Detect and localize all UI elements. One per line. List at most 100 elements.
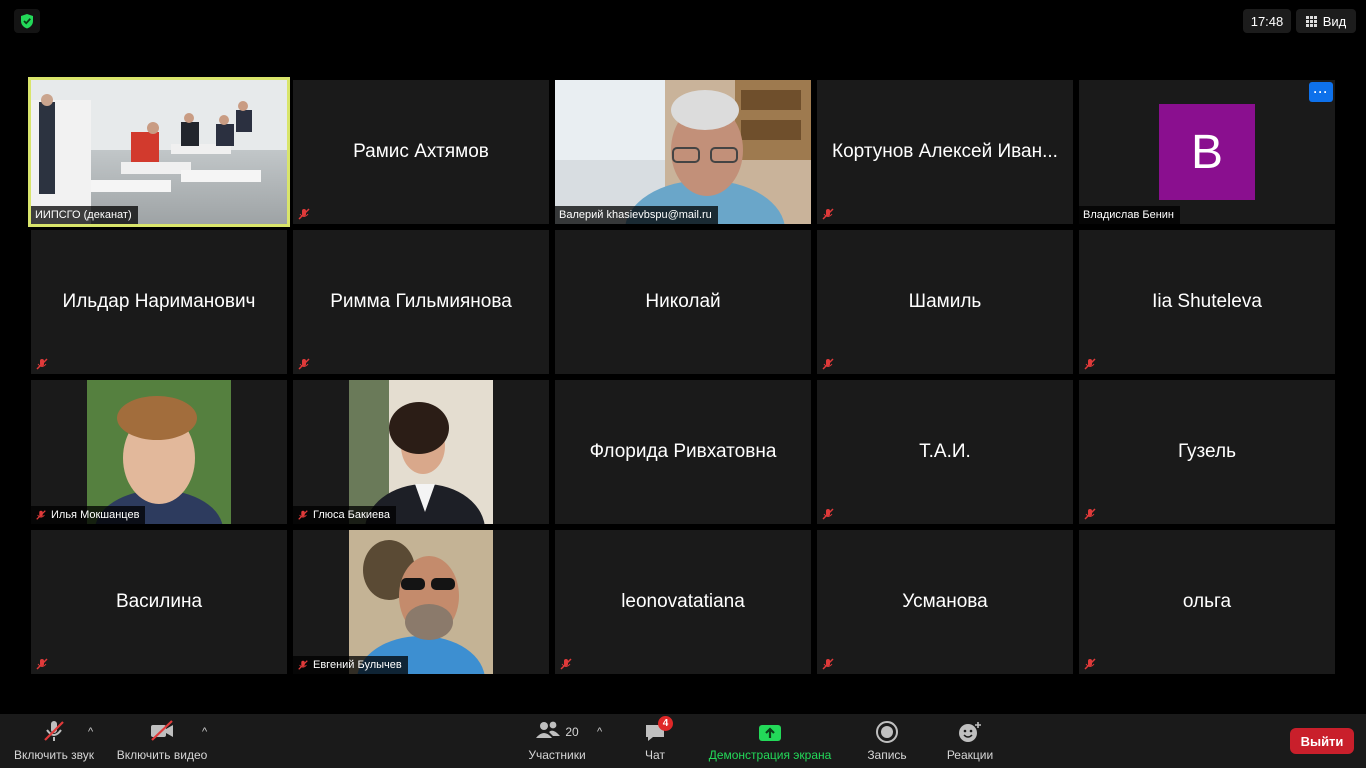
participant-tile[interactable]: Гузель (1079, 380, 1335, 524)
participant-tile[interactable]: Глюса Бакиева (293, 380, 549, 524)
video-off-icon (151, 720, 173, 741)
share-screen-icon (759, 725, 781, 741)
view-label: Вид (1322, 13, 1347, 29)
participants-options-caret-icon[interactable]: ^ (597, 726, 602, 738)
muted-mic-icon (1084, 358, 1096, 370)
participant-tile[interactable]: Кортунов Алексей Иван... (817, 80, 1073, 224)
participant-tile[interactable]: Рамис Ахтямов (293, 80, 549, 224)
participant-tile[interactable]: Флорида Ривхатовна (555, 380, 811, 524)
participants-count: 20 (565, 725, 579, 739)
muted-microphone-icon (44, 721, 64, 741)
participants-icon (536, 721, 561, 738)
muted-mic-icon (560, 658, 572, 670)
muted-mic-icon (36, 658, 48, 670)
participant-tile[interactable]: B ··· Владислав Бенин (1079, 80, 1335, 224)
muted-mic-icon (298, 660, 308, 670)
muted-mic-icon (1084, 658, 1096, 670)
muted-mic-icon (298, 510, 308, 520)
participant-name: ИИПСГО (деканат) (35, 209, 132, 221)
participant-tile[interactable]: Евгений Булычев (293, 530, 549, 674)
participant-name: Глюса Бакиева (313, 509, 390, 521)
video-options-caret-icon[interactable]: ^ (202, 726, 207, 738)
participant-tile[interactable]: Василина (31, 530, 287, 674)
security-shield-icon[interactable] (14, 9, 40, 33)
muted-mic-icon (822, 508, 834, 520)
muted-mic-icon (822, 358, 834, 370)
participant-tile[interactable]: ольга (1079, 530, 1335, 674)
participant-name: ольга (1182, 591, 1232, 612)
participant-name: Iia Shuteleva (1152, 291, 1262, 312)
participant-label: Владислав Бенин (1079, 206, 1181, 224)
participants-button[interactable]: 20 Участники (522, 714, 592, 768)
participant-name: Илья Мокшанцев (51, 509, 140, 521)
participant-label: Глюса Бакиева (293, 506, 396, 524)
video-feed-bearded-man (349, 530, 493, 674)
start-video-label: Включить видео (116, 748, 208, 762)
share-screen-label: Демонстрация экрана (708, 748, 832, 762)
reactions-emoji-icon (959, 722, 981, 742)
participant-name: Рамис Ахтямов (353, 141, 489, 162)
record-icon (876, 721, 898, 743)
participant-tile[interactable]: Усманова (817, 530, 1073, 674)
muted-mic-icon (822, 658, 834, 670)
start-video-button[interactable]: Включить видео (112, 714, 212, 768)
participant-label: Илья Мокшанцев (31, 506, 146, 524)
video-feed-young-man (87, 380, 231, 524)
participants-label: Участники (528, 748, 586, 762)
more-options-button[interactable]: ··· (1309, 82, 1333, 102)
participant-label: Валерий khasievbspu@mail.ru (555, 206, 718, 224)
video-feed-classroom (31, 80, 287, 224)
muted-mic-icon (298, 358, 310, 370)
audio-options-caret-icon[interactable]: ^ (88, 726, 93, 738)
participant-name: Шамиль (908, 291, 982, 312)
unmute-label: Включить звук (13, 748, 95, 762)
participant-name: Римма Гильмиянова (330, 291, 512, 312)
participant-name: Евгений Булычев (313, 659, 402, 671)
muted-mic-icon (36, 510, 46, 520)
reactions-button[interactable]: Реакции (940, 714, 1000, 768)
view-button[interactable]: Вид (1296, 9, 1356, 33)
record-label: Запись (867, 748, 907, 762)
participant-name: Ильдар Нариманович (62, 291, 256, 312)
participant-tile[interactable]: Ильдар Нариманович (31, 230, 287, 374)
unmute-button[interactable]: Включить звук (8, 714, 100, 768)
participant-tile[interactable]: leonovatatiana (555, 530, 811, 674)
participant-label: Евгений Булычев (293, 656, 408, 674)
video-feed-elderly-man (555, 80, 811, 224)
muted-mic-icon (822, 208, 834, 220)
video-feed-woman (349, 380, 493, 524)
participant-name: Флорида Ривхатовна (589, 441, 777, 462)
participant-tile[interactable]: ИИПСГО (деканат) (28, 77, 290, 227)
muted-mic-icon (1084, 508, 1096, 520)
chat-unread-badge: 4 (658, 716, 673, 731)
participant-tile[interactable]: Т.А.И. (817, 380, 1073, 524)
participant-name: Николай (645, 291, 721, 312)
participant-name: Гузель (1178, 441, 1236, 462)
muted-mic-icon (36, 358, 48, 370)
participant-tile[interactable]: Римма Гильмиянова (293, 230, 549, 374)
chat-label: Чат (645, 748, 665, 762)
muted-mic-icon (298, 208, 310, 220)
participant-name: Усманова (902, 591, 988, 612)
meeting-clock: 17:48 (1243, 9, 1291, 33)
grid-icon (1305, 15, 1317, 27)
participant-tile[interactable]: Шамиль (817, 230, 1073, 374)
participant-name: Т.А.И. (919, 441, 971, 462)
zoom-window: 17:48 Вид ИИПСГО (деканат) Рамис Ахтямов… (0, 0, 1366, 768)
participant-label: ИИПСГО (деканат) (31, 206, 138, 224)
participant-tile[interactable]: Iia Shuteleva (1079, 230, 1335, 374)
participant-name: Валерий khasievbspu@mail.ru (559, 209, 712, 221)
meeting-toolbar: Включить звук ^ Включить видео ^ 20 Учас… (0, 714, 1366, 768)
participant-name: leonovatatiana (621, 591, 745, 612)
avatar: B (1159, 104, 1255, 200)
participant-tile[interactable]: Николай (555, 230, 811, 374)
participant-name: Кортунов Алексей Иван... (832, 141, 1058, 162)
share-screen-button[interactable]: Демонстрация экрана (698, 714, 842, 768)
reactions-label: Реакции (946, 748, 994, 762)
participant-name: Владислав Бенин (1083, 209, 1175, 221)
participant-tile[interactable]: Илья Мокшанцев (31, 380, 287, 524)
record-button[interactable]: Запись (860, 714, 914, 768)
participant-name: Василина (115, 591, 203, 612)
participant-tile[interactable]: Валерий khasievbspu@mail.ru (555, 80, 811, 224)
leave-meeting-button[interactable]: Выйти (1290, 728, 1354, 754)
